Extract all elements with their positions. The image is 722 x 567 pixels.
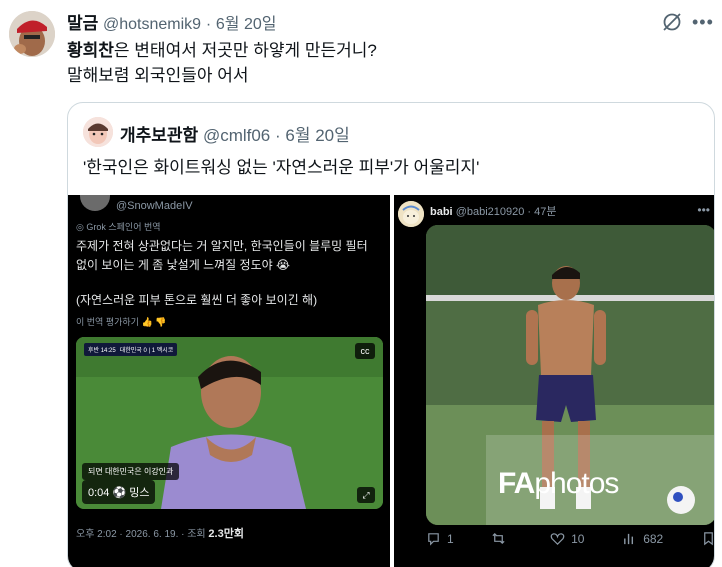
embedded-views: 2.3만회 <box>208 528 244 540</box>
watermark-rest: photos <box>534 467 619 500</box>
quote-author-name[interactable]: 개추보관함 <box>120 126 198 145</box>
retweet-action <box>491 531 512 546</box>
post-text-line1: 은 변태여서 저곳만 하얗게 만든거니? <box>113 41 377 60</box>
embedded-text-line1: 주제가 전혀 상관없다는 거 알지만, 한국인들이 블루밍 필터 <box>76 239 368 253</box>
embedded-author-name: babi <box>430 206 453 218</box>
retweet-icon <box>492 532 505 545</box>
post-header: 말금 @hotsnemik9 · 6월 20일 <box>67 9 276 34</box>
separator: · <box>205 16 212 33</box>
captions-icon[interactable]: cc <box>355 343 375 359</box>
expand-icon[interactable]: ⤢ <box>357 487 375 503</box>
embedded-handle: @babi210920 <box>455 206 525 218</box>
embedded-timestamp: 오후 2:02 · 2026. 6. 19. · 조회 <box>76 529 206 540</box>
views-icon <box>624 533 634 545</box>
embedded-avatar <box>398 201 424 227</box>
quote-avatar[interactable] <box>83 117 113 147</box>
media-left[interactable]: @SnowMadeIV ◎ Grok 스페인어 번역 주제가 전혀 상관없다는 … <box>68 195 390 567</box>
scoreboard: 후반 14:25 대한민국 0 | 1 멕시코 <box>84 343 178 356</box>
score-tag: 후반 14:25 <box>88 348 116 354</box>
separator: · <box>527 206 532 218</box>
views-action: 682 <box>622 531 663 546</box>
embedded-actions: 1 10 682 <box>426 531 714 546</box>
embedded-avatar <box>80 195 110 211</box>
more-icon[interactable]: ••• <box>692 12 714 32</box>
embedded-text-line2: 없이 보이는 게 좀 낯설게 느껴질 정도야 😭 <box>76 258 291 272</box>
reply-count: 1 <box>447 531 454 546</box>
post-text: 황희찬은 변태여서 저곳만 하얗게 만든거니? 말해보렴 외국인들아 어서 <box>67 38 377 88</box>
embedded-header: babi @babi210920 · 47분 <box>430 203 557 219</box>
bookmark-action <box>701 531 714 546</box>
photo-watermark: FAphotos <box>498 467 619 501</box>
rate-translation: 이 번역 평가하기 👍 👎 <box>76 317 167 327</box>
more-icon: ••• <box>697 203 710 217</box>
separator: · <box>275 126 281 145</box>
player-tag: 밍스 <box>129 487 150 499</box>
embedded-footer: 오후 2:02 · 2026. 6. 19. · 조회 2.3만회 <box>76 525 244 541</box>
quote-text: '한국인은 화이트워싱 없는 '자연스러운 피부'가 어울리지' <box>83 158 480 177</box>
video-time-text: 0:04 <box>88 487 110 499</box>
embedded-video: 후반 14:25 대한민국 0 | 1 멕시코 되면 대한민국은 이강인과 0:… <box>76 337 383 509</box>
video-time: 0:04 ⚽ 밍스 <box>82 480 156 504</box>
media-right[interactable]: babi @babi210920 · 47분 ••• FAphotos 1 10… <box>394 195 714 567</box>
post-text-line2: 말해보렴 외국인들아 어서 <box>67 66 249 85</box>
like-action: 10 <box>550 531 584 546</box>
watermark-bold: FA <box>498 467 535 500</box>
quote-date[interactable]: 6월 20일 <box>285 126 349 145</box>
reply-action: 1 <box>426 531 454 546</box>
grok-translate-label: ◎ Grok 스페인어 번역 <box>76 222 161 232</box>
reply-icon <box>428 533 439 546</box>
quote-tweet[interactable]: 개추보관함 @cmlf06 · 6월 20일 '한국인은 화이트워싱 없는 '자… <box>67 102 715 567</box>
heart-icon <box>550 533 565 545</box>
author-handle[interactable]: @hotsnemik9 <box>103 16 201 33</box>
author-name[interactable]: 말금 <box>67 14 98 33</box>
post-date[interactable]: 6월 20일 <box>216 16 277 33</box>
embedded-photo: FAphotos <box>426 225 714 525</box>
quote-header: 개추보관함 @cmlf06 · 6월 20일 <box>120 121 350 146</box>
video-subtitle: 되면 대한민국은 이강인과 <box>82 463 180 480</box>
quote-handle[interactable]: @cmlf06 <box>203 126 270 145</box>
embedded-handle: @SnowMadeIV <box>116 200 193 212</box>
grok-icon[interactable] <box>661 11 683 33</box>
embedded-text: 주제가 전혀 상관없다는 거 알지만, 한국인들이 블루밍 필터 없이 보이는 … <box>76 237 381 275</box>
score-text: 대한민국 0 | 1 멕시코 <box>119 348 174 354</box>
rate-label: 이 번역 평가하기 <box>76 317 139 327</box>
mention-name: 황희찬 <box>67 41 114 60</box>
bookmark-icon <box>704 532 713 546</box>
author-avatar[interactable] <box>9 11 55 57</box>
views-count: 682 <box>643 531 664 546</box>
grok-label-text: Grok 스페인어 번역 <box>86 222 161 232</box>
embedded-text-line3: (자연스러운 피부 톤으로 훨씬 더 좋아 보이긴 해) <box>76 293 318 307</box>
like-count: 10 <box>571 531 585 546</box>
embedded-age: 47분 <box>534 206 557 218</box>
